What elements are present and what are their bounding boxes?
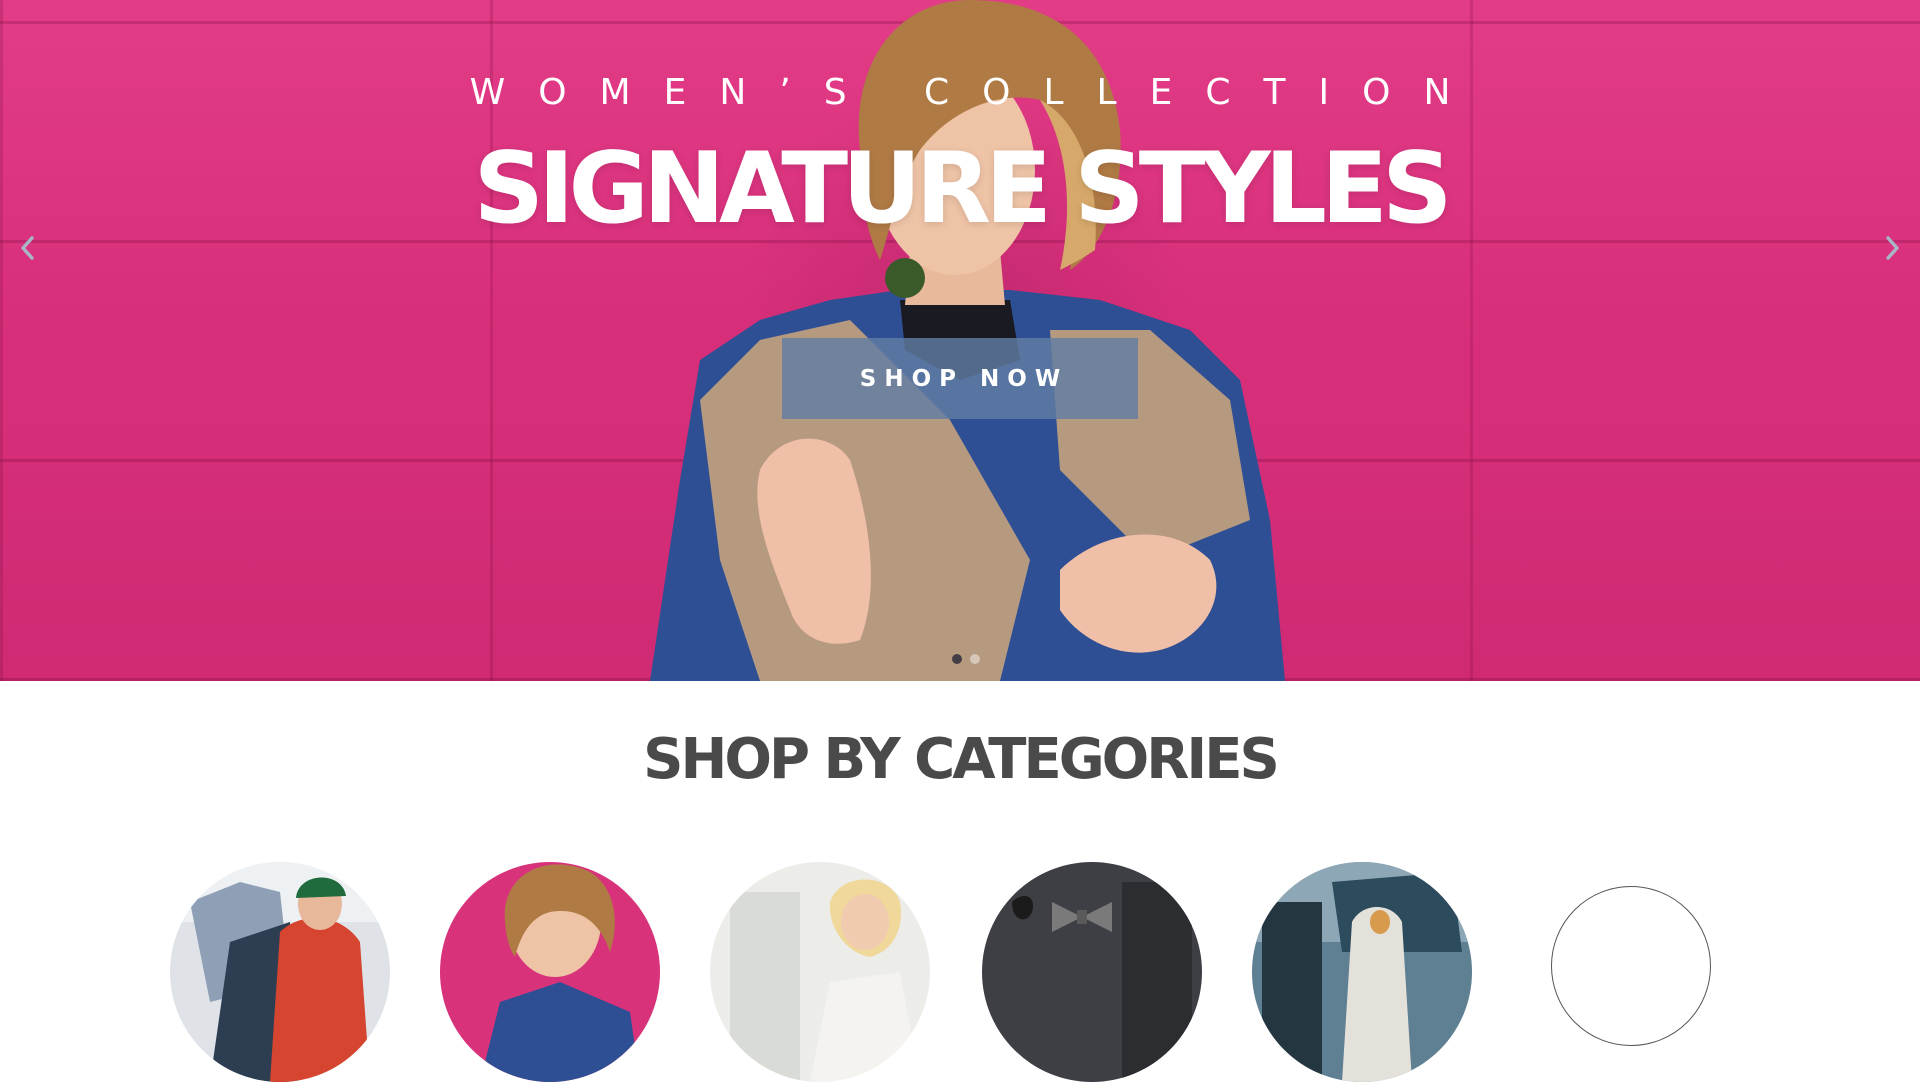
hero-title: SIGNATURE STYLES <box>473 132 1452 246</box>
category-accessories[interactable] <box>982 862 1202 1082</box>
hero-eyebrow: WOMEN’S COLLECTION <box>469 72 1484 113</box>
carousel-next-button[interactable] <box>1872 228 1912 268</box>
category-lifestyle[interactable] <box>710 862 930 1082</box>
urban-photo <box>1252 862 1472 1082</box>
blonde-photo <box>710 862 930 1082</box>
outdoor-photo <box>170 862 390 1082</box>
categories-heading: SHOP BY CATEGORIES <box>643 727 1280 792</box>
category-urban[interactable] <box>1252 862 1472 1082</box>
hero-banner: WOMEN’S COLLECTION SIGNATURE STYLES SHOP… <box>0 0 1920 681</box>
category-more[interactable] <box>1551 886 1711 1046</box>
women-photo <box>440 862 660 1082</box>
carousel-prev-button[interactable] <box>8 228 48 268</box>
chevron-right-icon <box>1886 236 1899 260</box>
carousel-dots <box>952 654 980 664</box>
carousel-dot[interactable] <box>952 654 962 664</box>
category-outdoor[interactable] <box>170 862 390 1082</box>
category-women[interactable] <box>440 862 660 1082</box>
shop-now-button[interactable]: SHOP NOW <box>782 338 1138 419</box>
chevron-left-icon <box>21 236 34 260</box>
accessories-photo <box>982 862 1202 1082</box>
carousel-dot[interactable] <box>970 654 980 664</box>
